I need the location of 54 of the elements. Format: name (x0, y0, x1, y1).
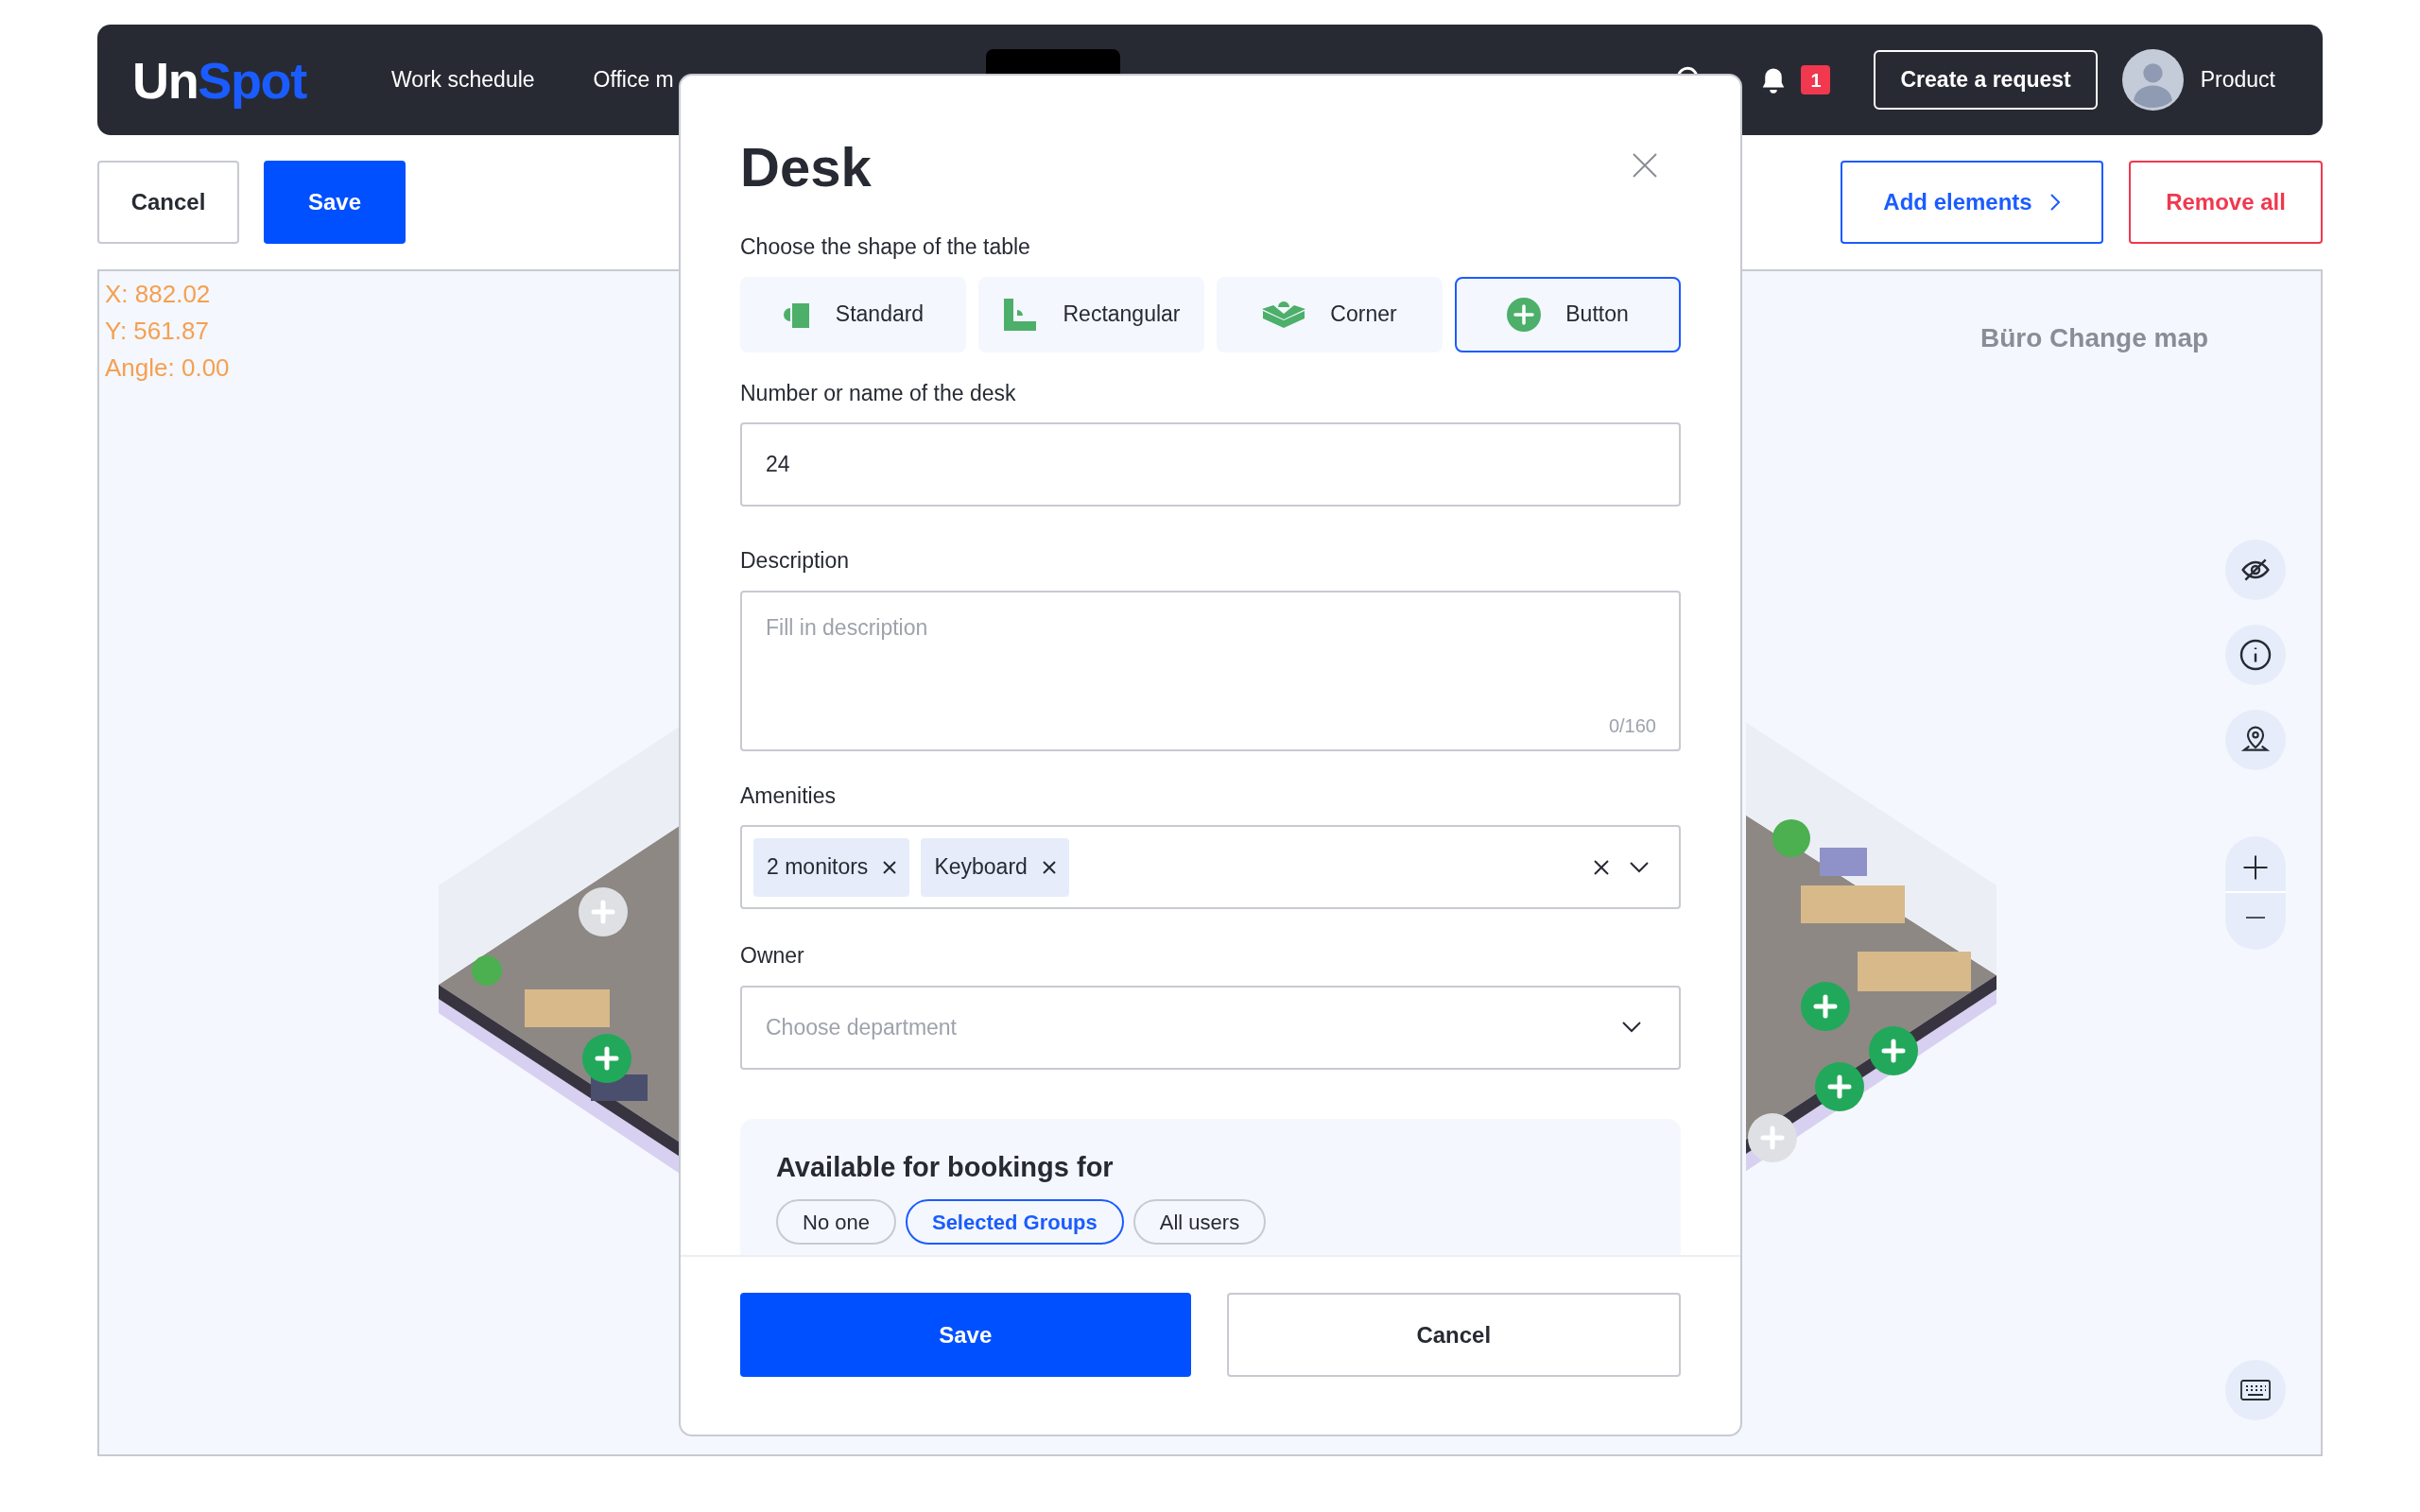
shape-option[interactable]: Standard (740, 276, 966, 352)
plus-icon (1881, 1039, 1906, 1063)
coordinate-readout: Angle: 0.00 (105, 352, 230, 384)
chevron-right-icon (2048, 193, 2061, 212)
remove-icon[interactable] (1042, 860, 1056, 874)
chevron-down-icon (1622, 1022, 1641, 1033)
shape-option[interactable]: Button (1455, 276, 1681, 352)
plus-icon (595, 1046, 619, 1071)
plus-icon (1827, 1074, 1852, 1099)
notification-badge: 1 (1801, 65, 1831, 94)
remove-all-button[interactable]: Remove all (2129, 161, 2323, 244)
save-button[interactable]: Save (740, 1293, 1191, 1377)
nav-link[interactable]: Work schedule (390, 63, 535, 96)
character-counter: 0/160 (1608, 713, 1656, 738)
chevron-shape-icon (1262, 301, 1306, 328)
cancel-button[interactable]: Cancel (1226, 1293, 1681, 1377)
user-name[interactable]: Product (2200, 63, 2275, 96)
coordinate-readout: X: 882.02 (105, 279, 212, 310)
field-label: Amenities (740, 782, 837, 810)
plus-icon (591, 900, 615, 924)
plus-circle-icon (1507, 297, 1542, 332)
chip-label: 2 monitors (767, 853, 869, 882)
create-request-button[interactable]: Create a request (1874, 50, 2098, 110)
shape-option[interactable]: Corner (1217, 276, 1443, 352)
booking-option[interactable]: Selected Groups (905, 1199, 1124, 1245)
shape-option[interactable]: Rectangular (978, 276, 1204, 352)
plus-icon (2241, 853, 2270, 882)
field-label: Owner (740, 942, 805, 970)
coordinate-readout: Y: 561.87 (105, 316, 210, 347)
keyboard-icon (2240, 1380, 2271, 1400)
save-button[interactable]: Save (264, 161, 406, 244)
section-title: Available for bookings for (776, 1150, 1115, 1184)
chip-label: Keyboard (934, 853, 1028, 882)
add-elements-button[interactable]: Add elements (1841, 161, 2103, 244)
l-shape-icon (1002, 296, 1039, 333)
close-icon[interactable] (1633, 153, 1657, 178)
booking-option[interactable]: All users (1132, 1199, 1267, 1245)
remove-icon[interactable] (883, 860, 897, 874)
plus-icon (1760, 1125, 1785, 1150)
booking-option[interactable]: No one (776, 1199, 896, 1245)
info-icon (2238, 638, 2273, 672)
field-label: Description (740, 547, 851, 575)
field-label: Number or name of the desk (740, 379, 1017, 407)
cancel-button[interactable]: Cancel (97, 161, 239, 244)
nav-link[interactable]: Office m (593, 63, 674, 96)
clear-icon[interactable] (1594, 859, 1609, 875)
field-label: Choose the shape of the table (740, 233, 1031, 261)
desk-name-input[interactable]: 24 (740, 422, 1681, 507)
dialog-title: Desk (740, 140, 872, 195)
amenities-select[interactable]: 2 monitors Keyboard (740, 825, 1681, 909)
chevron-down-icon[interactable] (1630, 861, 1649, 873)
map-title: Büro Change map (1980, 322, 2209, 354)
plus-icon (1813, 994, 1838, 1019)
avatar-icon[interactable] (2121, 49, 2184, 111)
